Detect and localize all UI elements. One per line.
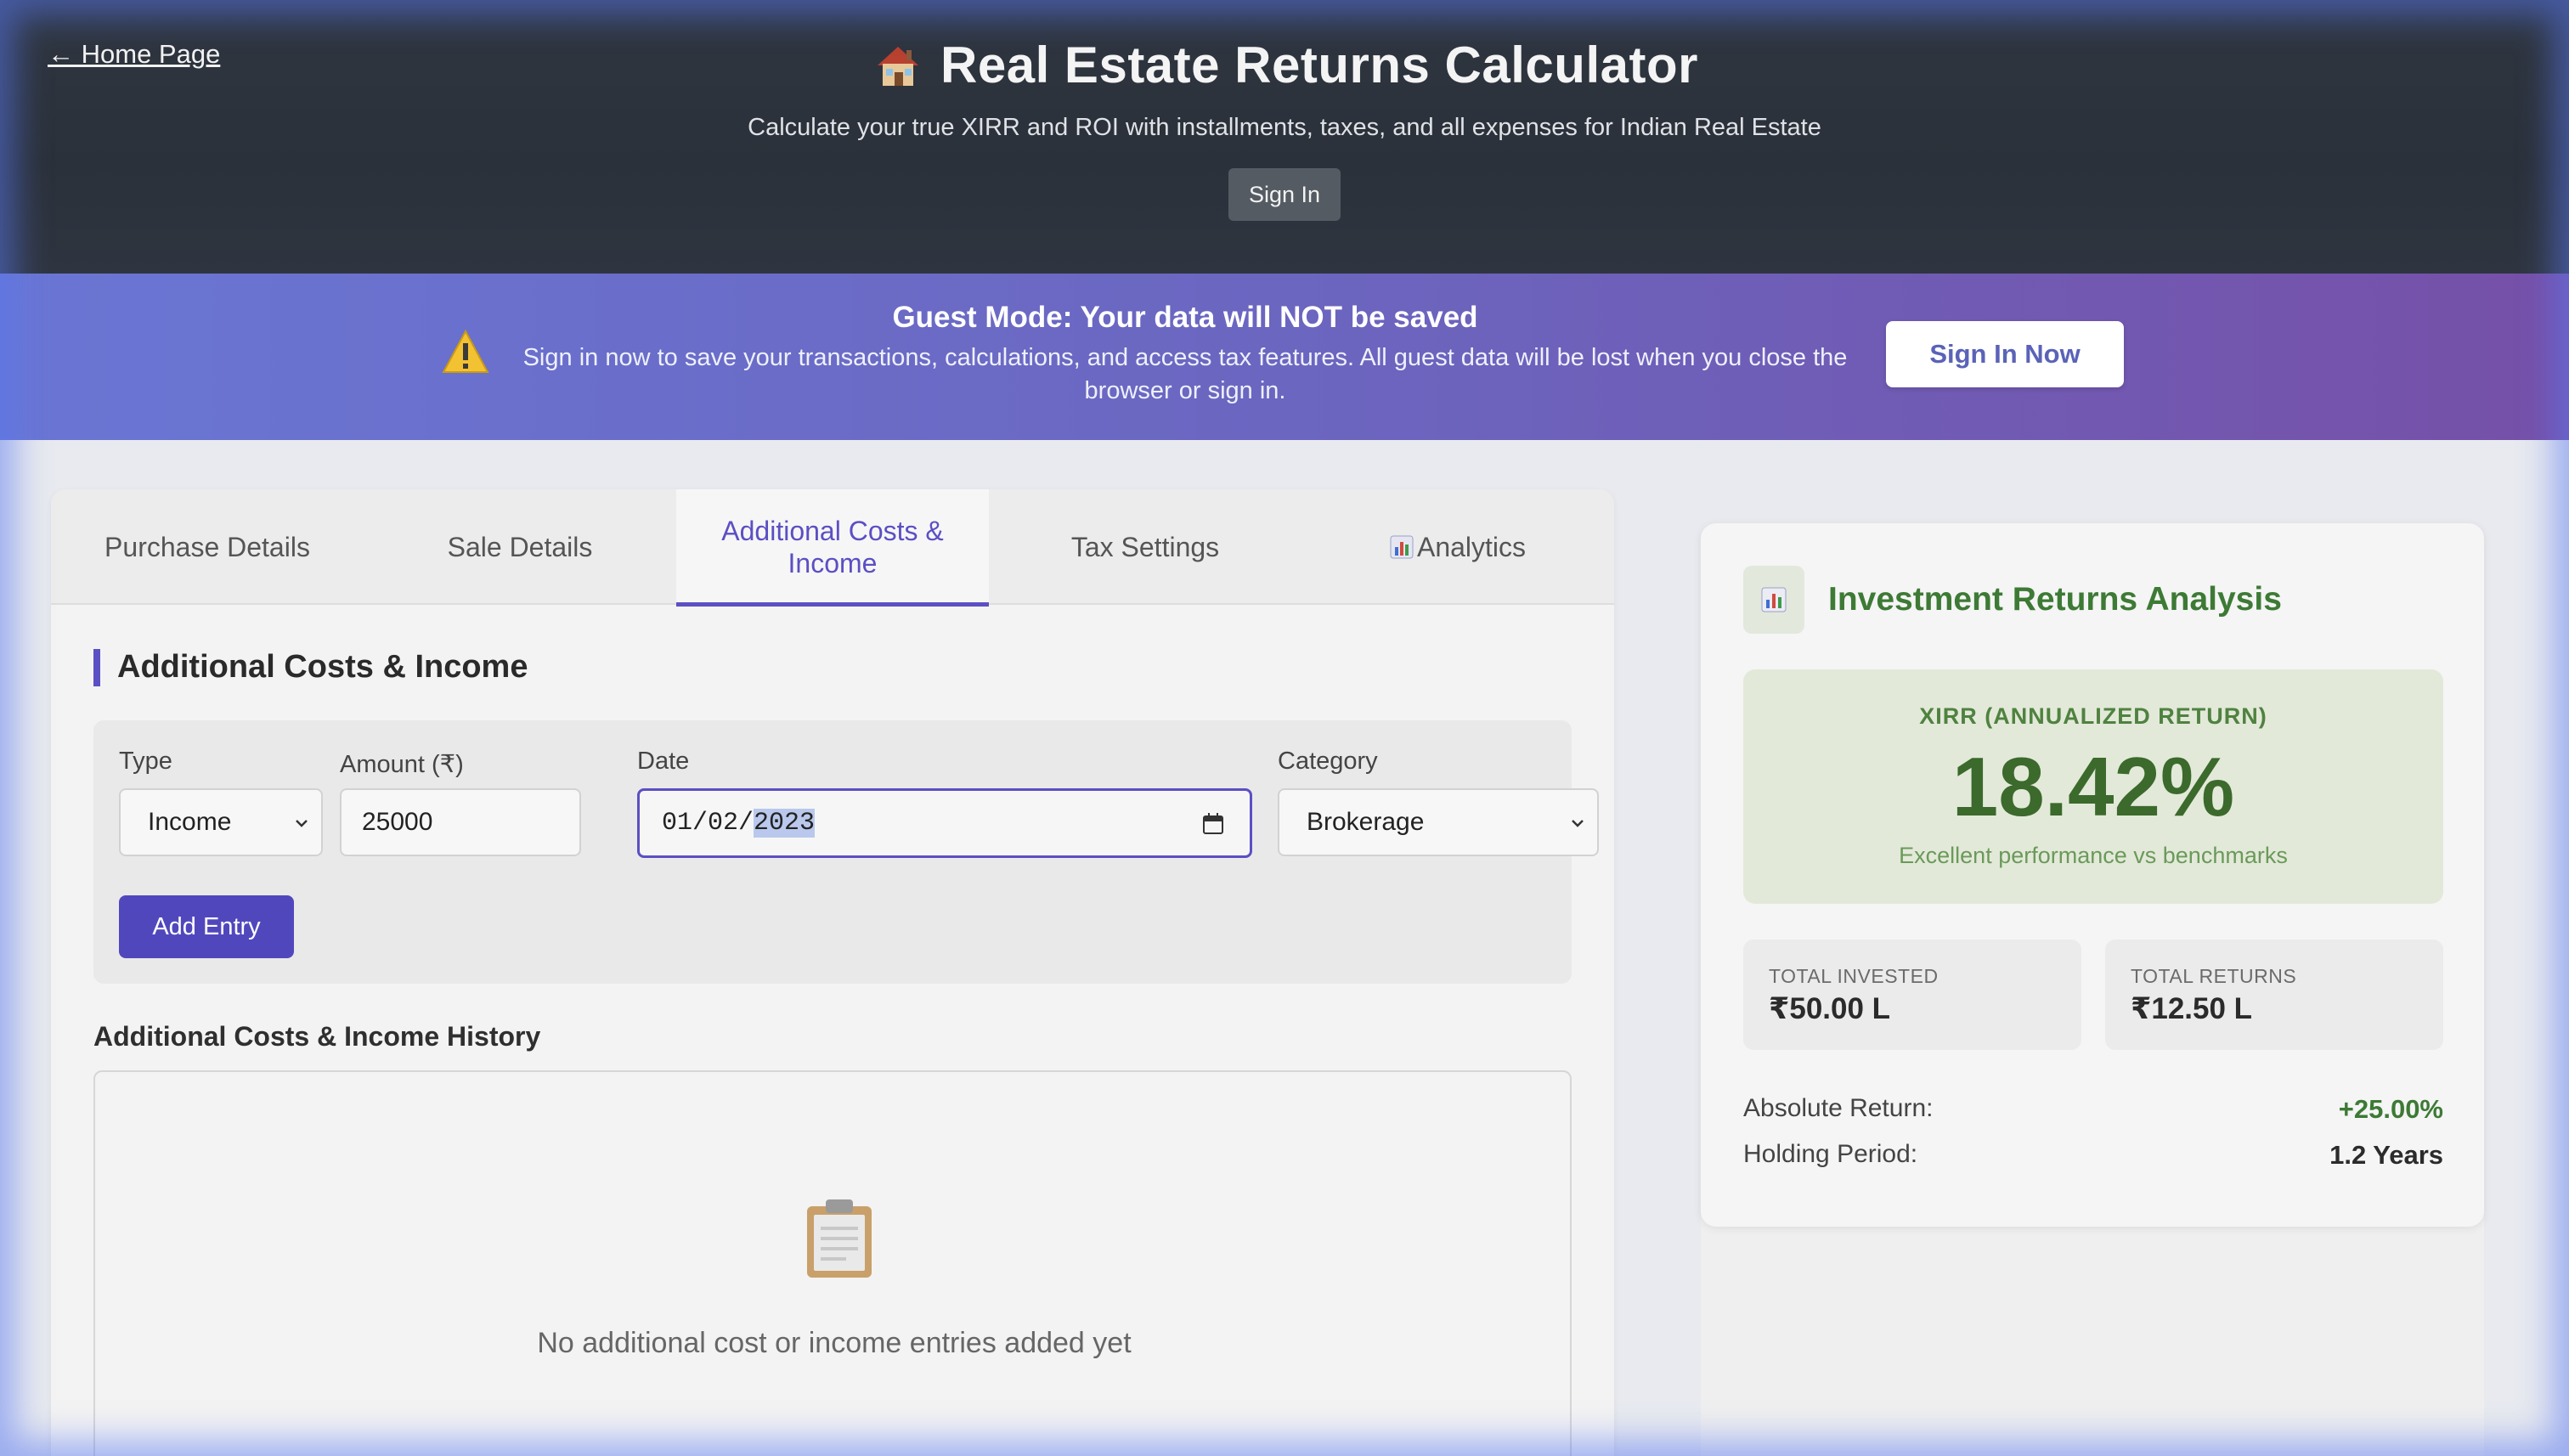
clipboard-icon — [807, 1199, 872, 1278]
total-returns-label: TOTAL RETURNS — [2131, 965, 2297, 987]
date-year-selected: 2023 — [754, 809, 816, 838]
xirr-summary: XIRR (ANNUALIZED RETURN) 18.42% Excellen… — [1743, 669, 2443, 904]
total-invested-label: TOTAL INVESTED — [1769, 965, 1939, 987]
page-subtitle: Calculate your true XIRR and ROI with in… — [748, 114, 1821, 141]
xirr-note: Excellent performance vs benchmarks — [1899, 843, 2288, 868]
tab-purchase-details[interactable]: Purchase Details — [51, 489, 364, 605]
category-label: Category — [1278, 748, 1378, 775]
bar-chart-icon — [1761, 587, 1787, 612]
category-select[interactable]: Brokerage — [1278, 788, 1599, 856]
xirr-value: 18.42% — [1951, 740, 2235, 833]
total-invested-card: TOTAL INVESTED ₹50.00 L — [1743, 940, 2081, 1050]
tab-bar: Purchase Details Sale Details Additional… — [51, 489, 1614, 607]
tab-analytics[interactable]: Analytics — [1301, 489, 1614, 605]
calendar-icon[interactable] — [1200, 811, 1226, 837]
add-entry-button[interactable]: Add Entry — [119, 895, 294, 958]
section-title: Additional Costs & Income — [93, 649, 528, 686]
page-title: Real Estate Returns Calculator — [940, 37, 1698, 93]
xirr-label: XIRR (ANNUALIZED RETURN) — [1919, 703, 2267, 729]
type-select[interactable]: Income — [119, 788, 323, 856]
tab-additional-costs-income[interactable]: Additional Costs & Income — [676, 489, 989, 607]
type-label: Type — [119, 748, 172, 775]
guest-mode-text: Sign in now to save your transactions, c… — [522, 344, 1848, 404]
calculator-card: Purchase Details Sale Details Additional… — [51, 489, 1614, 1456]
date-label: Date — [637, 748, 690, 775]
warning-icon — [442, 330, 489, 373]
chevron-down-icon — [296, 820, 308, 827]
analysis-icon-box — [1743, 566, 1804, 634]
title-row: Real Estate Returns Calculator — [0, 36, 2569, 94]
tab-sale-details[interactable]: Sale Details — [364, 489, 676, 605]
amount-input[interactable]: 25000 — [340, 788, 581, 856]
sign-in-button[interactable]: Sign In — [1228, 168, 1341, 221]
analysis-title: Investment Returns Analysis — [1828, 581, 2282, 618]
chevron-down-icon — [1572, 820, 1584, 827]
house-icon — [878, 46, 919, 86]
sign-in-now-button[interactable]: Sign In Now — [1886, 321, 2124, 387]
absolute-return-value: +25.00% — [2338, 1094, 2443, 1124]
absolute-return-label: Absolute Return: — [1743, 1094, 1934, 1122]
amount-label: Amount (₹) — [340, 751, 464, 778]
history-title: Additional Costs & Income History — [93, 1021, 541, 1052]
guest-mode-title: Guest Mode: Your data will NOT be saved — [892, 301, 1478, 334]
tab-tax-settings[interactable]: Tax Settings — [989, 489, 1301, 605]
app-header: ← Home Page Real Estate Returns Calculat… — [0, 0, 2569, 274]
date-input[interactable]: 01/02/2023 — [637, 788, 1252, 858]
holding-period-value: 1.2 Years — [2329, 1140, 2443, 1170]
empty-state-text: No additional cost or income entries add… — [537, 1327, 1132, 1359]
entry-form: Type Income Amount (₹) 25000 Date 01/02/… — [93, 720, 1599, 984]
bar-chart-icon — [1390, 535, 1414, 559]
total-returns-card: TOTAL RETURNS ₹12.50 L — [2105, 940, 2443, 1050]
total-returns-value: ₹12.50 L — [2131, 992, 2253, 1025]
holding-period-label: Holding Period: — [1743, 1140, 1918, 1168]
history-list: No additional cost or income entries add… — [93, 1070, 1572, 1456]
total-invested-value: ₹50.00 L — [1769, 992, 1891, 1025]
